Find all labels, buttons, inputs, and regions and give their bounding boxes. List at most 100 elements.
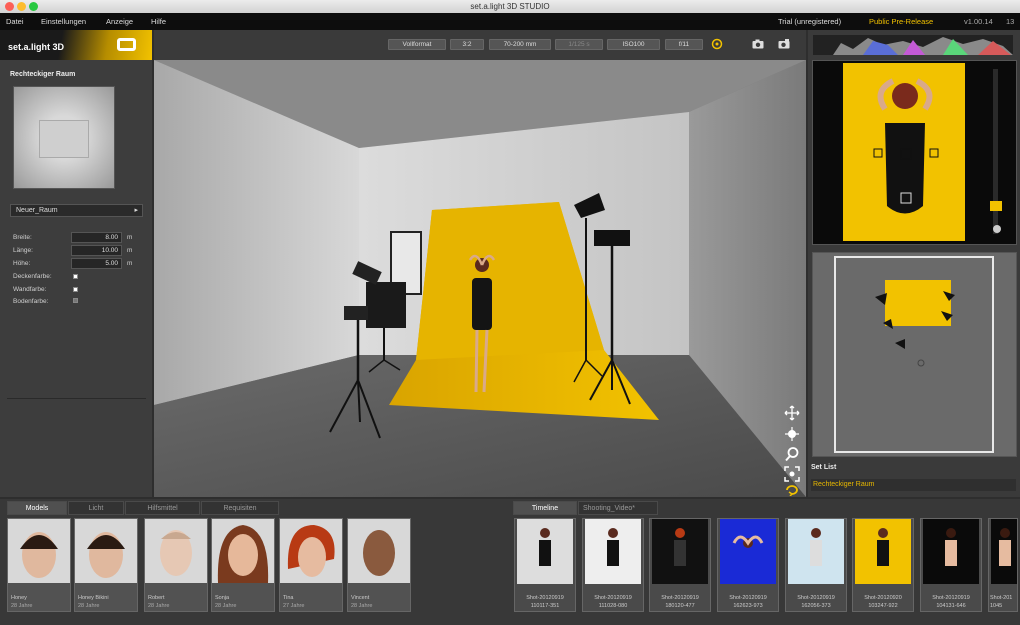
tab-licht[interactable]: Licht (68, 501, 124, 515)
shot-card[interactable]: Shot-20120919 104131-646 (920, 518, 982, 612)
model-card[interactable]: Robert 28 Jahre (144, 518, 208, 612)
menu-bar: Datei Einstellungen Anzeige Hilfe Trial … (0, 13, 1020, 30)
wall-color-swatch[interactable] (73, 287, 78, 292)
lens-select[interactable]: 70-200 mm (489, 39, 551, 50)
model-dress (472, 278, 492, 330)
orbit-icon[interactable] (784, 426, 800, 442)
camera-settings-icon[interactable] (778, 39, 790, 49)
shot-card[interactable]: Shot-20120920 103247-922 (852, 518, 914, 612)
move-icon[interactable] (784, 405, 800, 421)
width-unit: m (127, 234, 133, 241)
tab-models[interactable]: Models (7, 501, 67, 515)
model-name: Robert (148, 595, 165, 601)
shot-thumbnail (923, 519, 979, 584)
trial-status: Trial (unregistered) (778, 17, 842, 26)
shot-name: Shot-20120919 (661, 595, 699, 601)
shot-thumbnail (517, 519, 573, 584)
aperture-icon[interactable] (711, 38, 723, 50)
shot-name: Shot-20120919 (797, 595, 835, 601)
menu-hilfe[interactable]: Hilfe (151, 13, 166, 30)
tab-requisiten[interactable]: Requisiten (201, 501, 279, 515)
zoom-icon[interactable] (784, 446, 800, 462)
shot-name: Shot-20120919 (526, 595, 564, 601)
room-thumbnail[interactable] (13, 86, 115, 189)
ceiling-color-swatch[interactable] (73, 274, 78, 279)
length-label: Länge: (13, 247, 33, 254)
tab-hilfsmittel[interactable]: Hilfsmittel (125, 501, 200, 515)
ceiling-color-label: Deckenfarbe: (13, 273, 52, 280)
model-thumbnail (212, 519, 274, 583)
shot-name: Shot-20120919 (729, 595, 767, 601)
top-view-map[interactable] (812, 252, 1017, 457)
zoom-window-button[interactable] (29, 2, 38, 11)
top-view-backdrop (885, 280, 951, 326)
model-thumbnail (280, 519, 342, 583)
shot-card[interactable]: Shot-20120919 110117-351 (514, 518, 576, 612)
shot-time: 162623-973 (733, 603, 763, 609)
shot-thumbnail (585, 519, 641, 584)
menu-einstellungen[interactable]: Einstellungen (41, 13, 86, 30)
strobe-2 (594, 230, 630, 246)
model-card[interactable]: Honey Bikini 28 Jahre (74, 518, 138, 612)
shot-name: Shot-20120919 (932, 595, 970, 601)
shot-thumbnail (788, 519, 844, 584)
camera-preview[interactable] (812, 60, 1017, 245)
iso-select[interactable]: ISO100 (607, 39, 660, 50)
tab-timeline[interactable]: Timeline (513, 501, 577, 515)
room-panel: set.a.light 3D Rechteckiger Raum Neuer_R… (0, 30, 152, 497)
model-age: 27 Jahre (283, 603, 305, 609)
prerelease-label: Public Pre-Release (869, 17, 934, 26)
version-label: v1.00.14 (964, 17, 993, 26)
reset-view-icon[interactable] (784, 484, 800, 496)
softbox (366, 282, 406, 328)
room-preset-select[interactable]: Neuer_Raum ▸ (10, 204, 143, 217)
shot-card[interactable]: Shot-201 1045 (988, 518, 1018, 612)
ratio-select[interactable]: 3:2 (450, 39, 484, 50)
camera-toolbar: Vollformat 3:2 70-200 mm 1/125 s ISO100 … (154, 30, 806, 60)
timeline-panel: Timeline Shooting_Video* Shot-20120919 1… (511, 499, 1020, 625)
length-field[interactable]: 10.00 (71, 245, 122, 256)
model-age: 28 Jahre (351, 603, 373, 609)
shot-name: Shot-20120920 (864, 595, 902, 601)
shot-card[interactable]: Shot-20120919 162623-973 (717, 518, 779, 612)
menu-anzeige[interactable]: Anzeige (106, 13, 133, 30)
shot-thumbnail (720, 519, 776, 584)
model-card[interactable]: Vincent 28 Jahre (347, 518, 411, 612)
width-field[interactable]: 8.00 (71, 232, 122, 243)
divider (7, 398, 146, 399)
height-field[interactable]: 5.00 (71, 258, 122, 269)
fit-view-icon[interactable] (784, 466, 800, 482)
model-thumbnail (348, 519, 410, 583)
shot-name: Shot-20120919 (594, 595, 632, 601)
model-card[interactable]: Sonja 28 Jahre (211, 518, 275, 612)
shot-time: 180120-477 (665, 603, 695, 609)
shot-name: Shot-201 (990, 595, 1013, 601)
menu-datei[interactable]: Datei (6, 13, 24, 30)
shot-card[interactable]: Shot-20120919 180120-477 (649, 518, 711, 612)
shot-card[interactable]: Shot-20120919 111028-080 (582, 518, 644, 612)
wall-color-label: Wandfarbe: (13, 286, 47, 293)
close-window-button[interactable] (5, 2, 14, 11)
minimize-window-button[interactable] (17, 2, 26, 11)
tab-shooting-video[interactable]: Shooting_Video* (578, 501, 658, 515)
shutter-select[interactable]: 1/125 s (555, 39, 603, 50)
preview-panel: Set List Rechteckiger Raum (808, 30, 1020, 497)
camera-icon[interactable] (752, 39, 764, 49)
height-unit: m (127, 260, 133, 267)
format-select[interactable]: Vollformat (388, 39, 446, 50)
studio-viewport[interactable] (154, 60, 806, 497)
floor-color-swatch[interactable] (73, 298, 78, 303)
shot-card[interactable]: Shot-20120919 162056-373 (785, 518, 847, 612)
room-preset-value: Neuer_Raum (16, 207, 58, 214)
shot-time: 162056-373 (801, 603, 831, 609)
model-card[interactable]: Honey 28 Jahre (7, 518, 71, 612)
model-name: Honey Bikini (78, 595, 109, 601)
studio-scene (154, 60, 806, 497)
aperture-select[interactable]: f/11 (665, 39, 703, 50)
set-list-item[interactable]: Rechteckiger Raum (811, 479, 1016, 491)
preview-image (813, 61, 1016, 244)
model-card[interactable]: Tina 27 Jahre (279, 518, 343, 612)
shot-time: 103247-922 (868, 603, 898, 609)
model-name: Sonja (215, 595, 230, 601)
model-age: 28 Jahre (78, 603, 100, 609)
